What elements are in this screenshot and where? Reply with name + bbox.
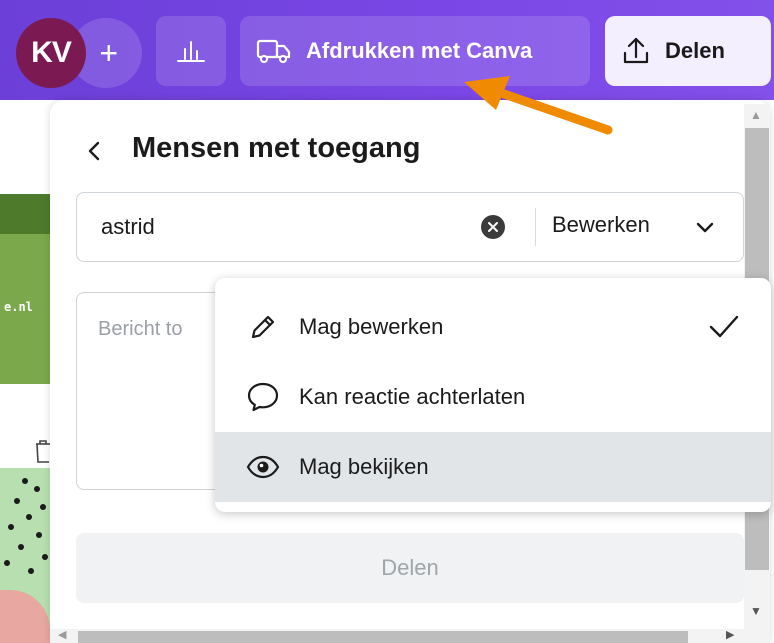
design-thumbnail-green-dark xyxy=(0,194,50,234)
pencil-icon xyxy=(245,309,281,345)
insights-button[interactable] xyxy=(156,16,226,86)
trash-icon xyxy=(36,440,50,463)
bar-chart-icon xyxy=(177,41,205,62)
clear-input-icon[interactable] xyxy=(481,215,505,239)
person-input-value[interactable]: astrid xyxy=(101,214,155,240)
menu-item-can-edit[interactable]: Mag bewerken xyxy=(215,292,771,362)
horizontal-scrollbar-thumb[interactable] xyxy=(78,631,688,643)
print-button-label: Afdrukken met Canva xyxy=(306,38,533,63)
annotation-arrow-icon xyxy=(464,76,613,135)
scroll-down-arrow-icon[interactable]: ▼ xyxy=(750,604,762,618)
back-button[interactable] xyxy=(86,134,110,168)
menu-item-label: Mag bewerken xyxy=(299,314,444,339)
comment-bubble-icon xyxy=(245,379,281,415)
truck-icon xyxy=(256,39,291,64)
eye-icon xyxy=(245,449,281,485)
avatar-initials: KV xyxy=(31,36,72,69)
add-label: + xyxy=(99,34,118,71)
share-button[interactable]: Delen xyxy=(605,16,771,86)
permission-select-value[interactable]: Bewerken xyxy=(552,212,650,238)
menu-item-can-view[interactable]: Mag bekijken xyxy=(215,432,771,502)
chevron-left-icon xyxy=(88,141,100,161)
upload-share-icon xyxy=(623,37,649,64)
share-button-label: Delen xyxy=(665,38,725,63)
scroll-right-arrow-icon[interactable]: ▶ xyxy=(726,628,734,641)
checkmark-icon xyxy=(709,315,739,338)
scroll-up-arrow-icon[interactable]: ▲ xyxy=(750,108,762,122)
design-url-text: e.nl xyxy=(4,300,33,314)
avatar[interactable]: KV xyxy=(16,18,86,88)
share-submit-label: Delen xyxy=(381,555,439,580)
menu-item-can-comment[interactable]: Kan reactie achterlaten xyxy=(215,362,771,432)
screen: + KV Afdrukken met Canva Delen e.nl Mens… xyxy=(0,0,774,643)
close-icon xyxy=(488,222,498,232)
panel-title: Mensen met toegang xyxy=(132,132,421,164)
field-divider xyxy=(535,208,536,246)
menu-item-label: Kan reactie achterlaten xyxy=(299,384,526,409)
scroll-left-arrow-icon[interactable]: ◀ xyxy=(58,628,66,641)
share-submit-button[interactable]: Delen xyxy=(76,533,744,603)
permission-dropdown-menu: Mag bewerken Kan reactie achterlaten Mag… xyxy=(215,278,771,512)
menu-item-label: Mag bekijken xyxy=(299,454,429,479)
message-placeholder: Bericht to xyxy=(98,318,183,340)
chevron-down-icon[interactable] xyxy=(694,218,716,238)
top-bar: + KV Afdrukken met Canva Delen xyxy=(0,0,774,100)
